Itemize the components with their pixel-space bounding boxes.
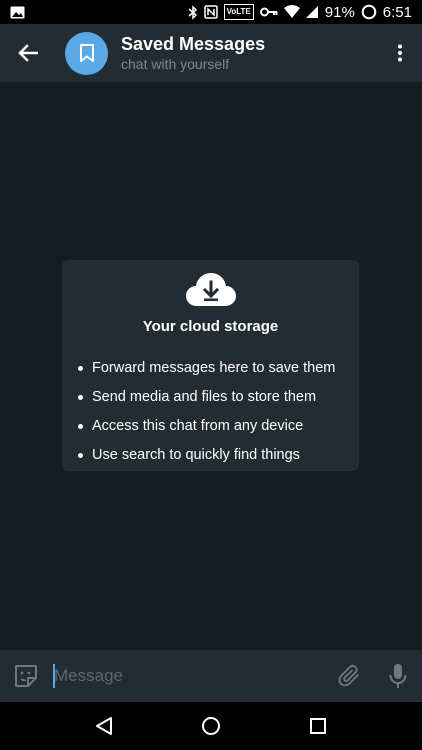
microphone-icon bbox=[389, 664, 407, 688]
paperclip-icon bbox=[338, 664, 359, 687]
list-item: Use search to quickly find things bbox=[78, 441, 335, 470]
bookmark-icon bbox=[79, 44, 94, 62]
volte-badge: VoLTE bbox=[223, 4, 254, 20]
system-nav-bar bbox=[0, 702, 422, 750]
voice-record-button[interactable] bbox=[374, 650, 422, 702]
battery-charging-icon bbox=[361, 4, 377, 20]
list-item: Access this chat from any device bbox=[78, 412, 335, 441]
vpn-key-icon bbox=[259, 4, 278, 20]
arrow-left-icon bbox=[18, 44, 38, 62]
chat-header: Saved Messages chat with yourself bbox=[0, 24, 422, 82]
card-title: Your cloud storage bbox=[142, 318, 279, 335]
chat-subtitle: chat with yourself bbox=[121, 56, 230, 72]
square-recents-icon bbox=[310, 718, 327, 734]
chat-area[interactable]: Your cloud storage Forward messages here… bbox=[0, 82, 422, 650]
status-left bbox=[10, 4, 25, 20]
triangle-back-icon bbox=[95, 717, 112, 735]
message-composer bbox=[0, 650, 422, 702]
list-item: Forward messages here to save them bbox=[78, 354, 335, 383]
back-button[interactable] bbox=[0, 24, 56, 82]
gallery-notification-icon bbox=[10, 4, 25, 20]
chat-title: Saved Messages bbox=[121, 34, 266, 54]
wifi-icon bbox=[283, 4, 300, 20]
nav-home-button[interactable] bbox=[189, 704, 233, 748]
nav-recents-button[interactable] bbox=[296, 704, 340, 748]
nav-back-button[interactable] bbox=[82, 704, 126, 748]
cloud-icon-wrap bbox=[62, 272, 359, 308]
title-block[interactable]: Saved Messages chat with yourself bbox=[121, 33, 378, 73]
avatar[interactable] bbox=[65, 31, 108, 75]
battery-percent: 91% bbox=[324, 3, 355, 21]
status-bar: VoLTE 91% 6:51 bbox=[0, 0, 422, 24]
status-time: 6:51 bbox=[382, 3, 412, 21]
feature-list: Forward messages here to save them Send … bbox=[78, 354, 335, 470]
attach-button[interactable] bbox=[326, 650, 374, 702]
bluetooth-icon bbox=[188, 4, 198, 20]
list-item: Send media and files to store them bbox=[78, 383, 335, 412]
message-input[interactable] bbox=[52, 656, 326, 696]
more-options-button[interactable] bbox=[378, 24, 422, 82]
text-caret bbox=[53, 664, 55, 688]
sticker-button[interactable] bbox=[0, 650, 52, 702]
circle-home-icon bbox=[201, 717, 220, 735]
nfc-icon bbox=[203, 4, 218, 20]
cell-signal-icon bbox=[305, 4, 319, 20]
kebab-menu-icon bbox=[398, 44, 402, 62]
sticker-icon bbox=[15, 665, 37, 687]
cloud-storage-card: Your cloud storage Forward messages here… bbox=[62, 260, 359, 471]
cloud-download-icon bbox=[185, 273, 236, 306]
status-right: VoLTE 91% 6:51 bbox=[188, 4, 412, 21]
